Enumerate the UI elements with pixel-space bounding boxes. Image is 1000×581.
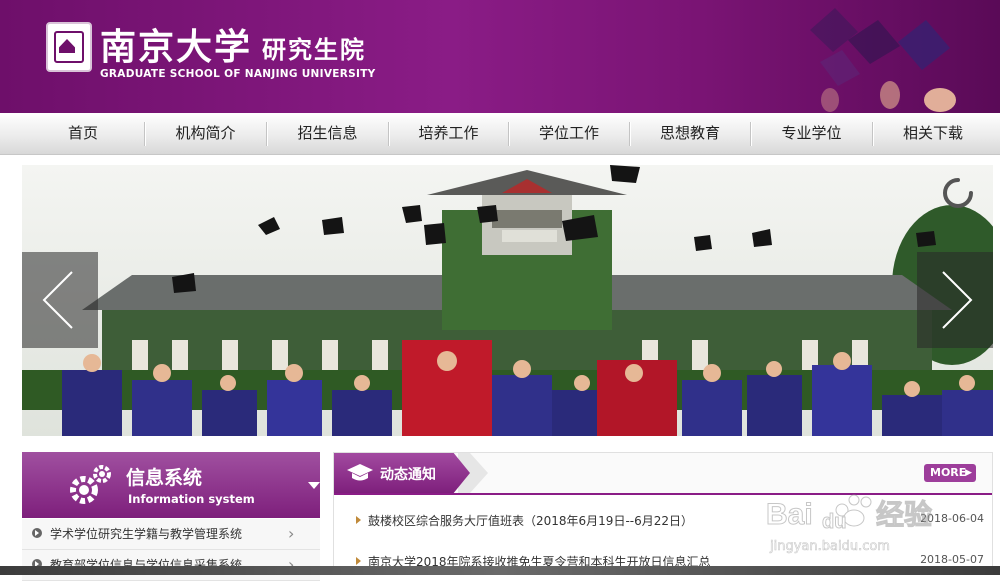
carousel-next-button[interactable] <box>917 252 993 348</box>
site-title-suffix: 研究生院 <box>262 36 366 64</box>
graduation-cap-icon <box>347 464 373 481</box>
more-label: MORE <box>930 466 967 479</box>
bullet-icon <box>356 516 361 524</box>
nav-item-about[interactable]: 机构简介 <box>145 113 266 154</box>
nav-item-professional[interactable]: 专业学位 <box>751 113 872 154</box>
system-link-label: 学术学位研究生学籍与教学管理系统 <box>50 527 243 541</box>
hero-carousel[interactable] <box>22 165 993 436</box>
tab-notices-label: 动态通知 <box>380 467 436 483</box>
site-title-cn: 南京大学 <box>100 26 253 68</box>
watermark-url: jingyan.baidu.com <box>769 539 890 554</box>
site-header: 南京大学 研究生院 GRADUATE SCHOOL OF NANJING UNI… <box>0 0 1000 113</box>
info-system-title: 信息系统 <box>126 467 203 489</box>
nav-item-admissions[interactable]: 招生信息 <box>267 113 388 154</box>
arrow-circle-icon <box>32 528 42 538</box>
caret-down-icon <box>308 482 320 489</box>
graduation-caps-art <box>810 8 956 112</box>
site-title-en: GRADUATE SCHOOL OF NANJING UNIVERSITY <box>100 68 376 80</box>
nav-item-degree[interactable]: 学位工作 <box>509 113 629 154</box>
watermark-brand: Bai <box>766 498 813 531</box>
info-system-header[interactable]: 信息系统 Information system <box>22 452 320 518</box>
chevron-right-icon <box>942 271 973 329</box>
nav-item-ideology[interactable]: 思想教育 <box>630 113 750 154</box>
nav-item-training[interactable]: 培养工作 <box>389 113 508 154</box>
carousel-prev-button[interactable] <box>22 252 98 348</box>
system-link[interactable]: 学术学位研究生学籍与教学管理系统 › <box>22 519 320 550</box>
gear-icon <box>70 465 111 504</box>
tab-notices[interactable]: 动态通知 <box>334 453 470 493</box>
triangle-right-icon: ▶ <box>965 468 972 478</box>
university-logo[interactable] <box>46 22 92 72</box>
nav-item-home[interactable]: 首页 <box>22 113 144 154</box>
watermark-brand-2: du <box>822 511 846 533</box>
graduation-photo <box>22 165 993 436</box>
news-title: 鼓楼校区综合服务大厅值班表（2018年6月19日--6月22日） <box>368 514 694 528</box>
info-system-subtitle: Information system <box>128 492 255 506</box>
watermark-brand-cn: 经验 <box>876 498 932 531</box>
loading-spinner-icon <box>943 178 973 208</box>
nav-item-downloads[interactable]: 相关下载 <box>873 113 993 154</box>
baidu-jingyan-watermark: Bai du 经验 jingyan.baidu.com <box>766 494 933 554</box>
chevron-left-icon <box>42 271 73 329</box>
bullet-icon <box>356 557 361 565</box>
chevron-right-icon: › <box>288 524 295 543</box>
window-bottom-bar <box>0 566 1000 575</box>
main-nav: 首页 机构简介 招生信息 培养工作 学位工作 思想教育 专业学位 相关下载 <box>0 113 1000 155</box>
more-button[interactable]: MORE ▶ <box>924 464 976 482</box>
